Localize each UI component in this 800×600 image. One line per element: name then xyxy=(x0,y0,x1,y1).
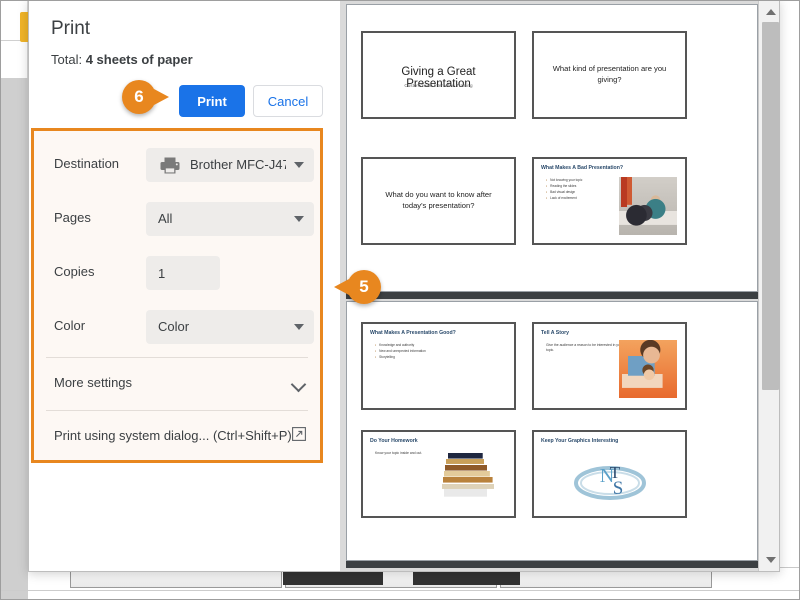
chevron-down-icon xyxy=(294,162,304,168)
color-row: Color Color xyxy=(34,301,320,355)
slide-thumbnail: What kind of presentation are you giving… xyxy=(532,31,687,119)
total-value: 4 sheets of paper xyxy=(85,52,193,67)
color-label: Color xyxy=(54,318,86,333)
slide-title: What Makes A Bad Presentation? xyxy=(541,165,624,171)
chevron-down-icon xyxy=(294,216,304,222)
slide-body-text: What kind of presentation are you giving… xyxy=(552,64,667,84)
background-button-3 xyxy=(500,570,712,588)
destination-select[interactable]: Brother MFC-J470D xyxy=(146,148,314,182)
background-button-1 xyxy=(70,570,282,588)
preview-scrollbar[interactable] xyxy=(758,0,779,571)
copies-row: Copies xyxy=(34,247,320,301)
total-sheets-text: Total: 4 sheets of paper xyxy=(51,52,193,67)
svg-text:S: S xyxy=(612,478,623,499)
settings-divider-1 xyxy=(46,357,308,358)
screenshot-root: Print Total: 4 sheets of paper Print Can… xyxy=(0,0,800,600)
preview-page: Giving a Great Presentation CustomGuide … xyxy=(346,4,758,292)
pages-row: Pages All xyxy=(34,193,320,247)
pages-value: All xyxy=(158,211,173,226)
slide-thumbnail: Do Your Homework Know your topic inside … xyxy=(361,430,516,518)
total-label: Total: xyxy=(51,52,83,67)
cancel-button[interactable]: Cancel xyxy=(253,85,323,117)
copies-input[interactable] xyxy=(146,256,220,290)
scroll-down-arrow-icon[interactable] xyxy=(766,557,776,563)
color-value: Color xyxy=(158,319,190,334)
slide-thumbnail: What do you want to know after today's p… xyxy=(361,157,516,245)
print-settings-column: Print Total: 4 sheets of paper Print Can… xyxy=(29,0,334,571)
nts-logo-icon: N T S xyxy=(571,458,649,506)
printer-icon xyxy=(160,157,180,174)
chevron-down-icon xyxy=(294,324,304,330)
slide-bullets: Knowledge and authority New and unexpect… xyxy=(375,342,455,360)
pages-label: Pages xyxy=(54,210,91,225)
system-dialog-label: Print using system dialog... (Ctrl+Shift… xyxy=(54,428,292,443)
mother-child-photo-image xyxy=(619,340,677,398)
slide-thumbnail: Giving a Great Presentation CustomGuide … xyxy=(361,31,516,119)
more-settings-label: More settings xyxy=(54,375,133,390)
callout-badge-6: 6 xyxy=(122,80,169,114)
preview-page: What Makes A Presentation Good? Knowledg… xyxy=(346,301,758,561)
slide-thumbnail: What Makes A Presentation Good? Knowledg… xyxy=(361,322,516,410)
print-preview-pane: Giving a Great Presentation CustomGuide … xyxy=(340,0,779,571)
settings-divider-2 xyxy=(46,410,308,411)
system-dialog-row[interactable]: Print using system dialog... (Ctrl+Shift… xyxy=(34,412,320,462)
preview-page-separator xyxy=(346,561,758,568)
dialog-title: Print xyxy=(51,18,91,39)
destination-value: Brother MFC-J470D xyxy=(190,157,286,172)
callout-badge-5: 5 xyxy=(334,270,381,304)
external-link-icon xyxy=(292,427,306,441)
print-button[interactable]: Print xyxy=(179,85,245,117)
slide-title: What Makes A Presentation Good? xyxy=(370,330,456,336)
slide-thumbnail: Tell A Story Give the audience a reason … xyxy=(532,322,687,410)
slide-title: Keep Your Graphics Interesting xyxy=(541,438,619,444)
slide-bullet: Lack of excitement xyxy=(546,195,626,201)
more-settings-row[interactable]: More settings xyxy=(34,359,320,411)
destination-label: Destination xyxy=(54,156,120,171)
dialog-action-buttons: Print Cancel xyxy=(29,85,334,125)
slide-bullet: Storytelling xyxy=(375,354,455,360)
color-select[interactable]: Color xyxy=(146,310,314,344)
pages-select[interactable]: All xyxy=(146,202,314,236)
slide-subtitle: Give the audience a reason to be interes… xyxy=(546,343,623,353)
background-bottom-left-gray xyxy=(0,567,28,600)
slide-title: Tell A Story xyxy=(541,330,570,336)
scrollbar-thumb[interactable] xyxy=(762,22,779,390)
chevron-down-icon xyxy=(290,376,307,393)
books-photo-image xyxy=(442,446,504,508)
slide-thumbnail: Keep Your Graphics Interesting N T S xyxy=(532,430,687,518)
destination-row: Destination Brother MFC-J470D xyxy=(34,139,320,193)
audience-photo-image xyxy=(619,177,677,235)
slide-thumbnail: What Makes A Bad Presentation? Not knowi… xyxy=(532,157,687,245)
copies-label: Copies xyxy=(54,264,95,279)
scroll-up-arrow-icon[interactable] xyxy=(766,9,776,15)
slide-body-text: What do you want to know after today's p… xyxy=(385,190,492,210)
background-bottom-rule xyxy=(0,590,800,591)
slide-bullets: Not knowing your topic Reading the slide… xyxy=(546,177,626,201)
slide-subtitle: CustomGuide Interactive Training xyxy=(404,83,473,88)
preview-page-separator xyxy=(346,292,758,299)
background-left-gray-area xyxy=(0,78,28,583)
slide-title: Do Your Homework xyxy=(370,438,418,444)
print-settings-highlight-box: Destination Brother MFC-J470D xyxy=(31,128,323,463)
